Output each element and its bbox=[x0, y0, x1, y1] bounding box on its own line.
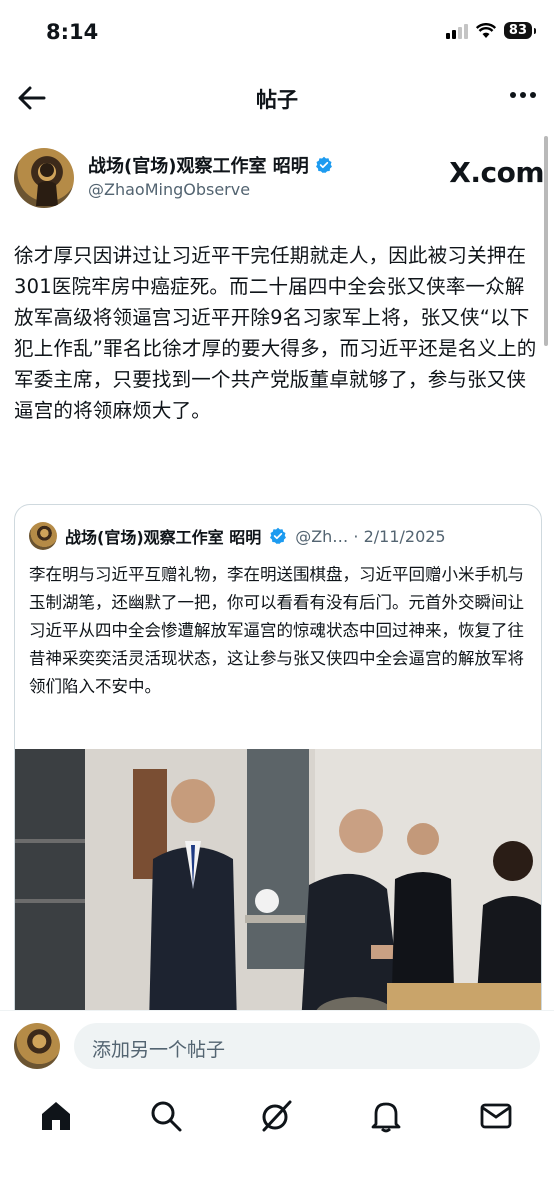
person-icon bbox=[36, 163, 58, 206]
dot-icon bbox=[510, 92, 516, 98]
compose-bar: 添加另一个帖子 bbox=[0, 1010, 554, 1079]
wifi-icon bbox=[475, 22, 496, 38]
reply-input-placeholder: 添加另一个帖子 bbox=[92, 1039, 226, 1061]
quoted-author-avatar bbox=[29, 522, 57, 550]
verified-badge-icon bbox=[270, 527, 287, 544]
quoted-post[interactable]: 战场(官场)观察工作室 昭明 @Zh… · 2/11/2025 李在明与习近平互… bbox=[14, 504, 542, 1026]
page-title: 帖子 bbox=[256, 88, 298, 112]
grok-icon bbox=[262, 1100, 292, 1132]
messages-icon bbox=[480, 1103, 512, 1129]
author-name[interactable]: 战场(官场)观察工作室 昭明 bbox=[88, 152, 309, 178]
home-icon bbox=[42, 1102, 70, 1130]
author-name-row: 战场(官场)观察工作室 昭明 bbox=[88, 152, 333, 178]
verified-badge-icon bbox=[315, 156, 332, 173]
status-icons: 83 bbox=[445, 22, 537, 39]
quoted-handle-date: @Zh… · 2/11/2025 bbox=[295, 526, 446, 546]
dot-icon bbox=[530, 92, 536, 98]
quoted-author-name: 战场(官场)观察工作室 昭明 bbox=[65, 528, 262, 547]
tab-grok[interactable] bbox=[258, 1098, 294, 1134]
more-options-button[interactable] bbox=[510, 92, 536, 98]
dot-icon bbox=[520, 92, 526, 98]
author-handle[interactable]: @ZhaoMingObserve bbox=[88, 180, 250, 199]
tab-notifications[interactable] bbox=[368, 1098, 404, 1134]
search-icon bbox=[151, 1101, 182, 1132]
post-author: 战场(官场)观察工作室 昭明 @ZhaoMingObserve X.com bbox=[14, 148, 544, 214]
avatar[interactable] bbox=[14, 148, 74, 208]
post-text: 徐才厚只因讲过让习近平干完任期就走人，因此被习关押在301医院牢房中癌症死。而二… bbox=[14, 244, 537, 422]
avatar[interactable] bbox=[14, 1023, 60, 1069]
status-time: 8:14 bbox=[46, 20, 99, 44]
scrollbar[interactable] bbox=[544, 136, 548, 346]
quoted-post-text: 李在明与习近平互赠礼物，李在明送围棋盘，习近平回赠小米手机与玉制湖笔，还幽默了一… bbox=[29, 565, 524, 696]
xcom-watermark: X.com bbox=[449, 156, 544, 189]
tab-bar bbox=[0, 1080, 554, 1200]
quoted-post-header: 战场(官场)观察工作室 昭明 @Zh… · 2/11/2025 bbox=[29, 521, 529, 551]
tab-home[interactable] bbox=[38, 1098, 74, 1134]
battery-indicator: 83 bbox=[503, 22, 537, 39]
cellular-signal-icon bbox=[445, 23, 468, 39]
tab-messages[interactable] bbox=[478, 1098, 514, 1134]
notifications-icon bbox=[371, 1102, 401, 1133]
post-header: 帖子 bbox=[0, 66, 554, 130]
quoted-post-photo[interactable] bbox=[15, 749, 541, 1025]
photo-illustration bbox=[15, 749, 541, 1025]
reply-input[interactable]: 添加另一个帖子 bbox=[74, 1023, 540, 1069]
status-bar: 8:14 83 bbox=[0, 0, 554, 66]
tab-search[interactable] bbox=[148, 1098, 184, 1134]
